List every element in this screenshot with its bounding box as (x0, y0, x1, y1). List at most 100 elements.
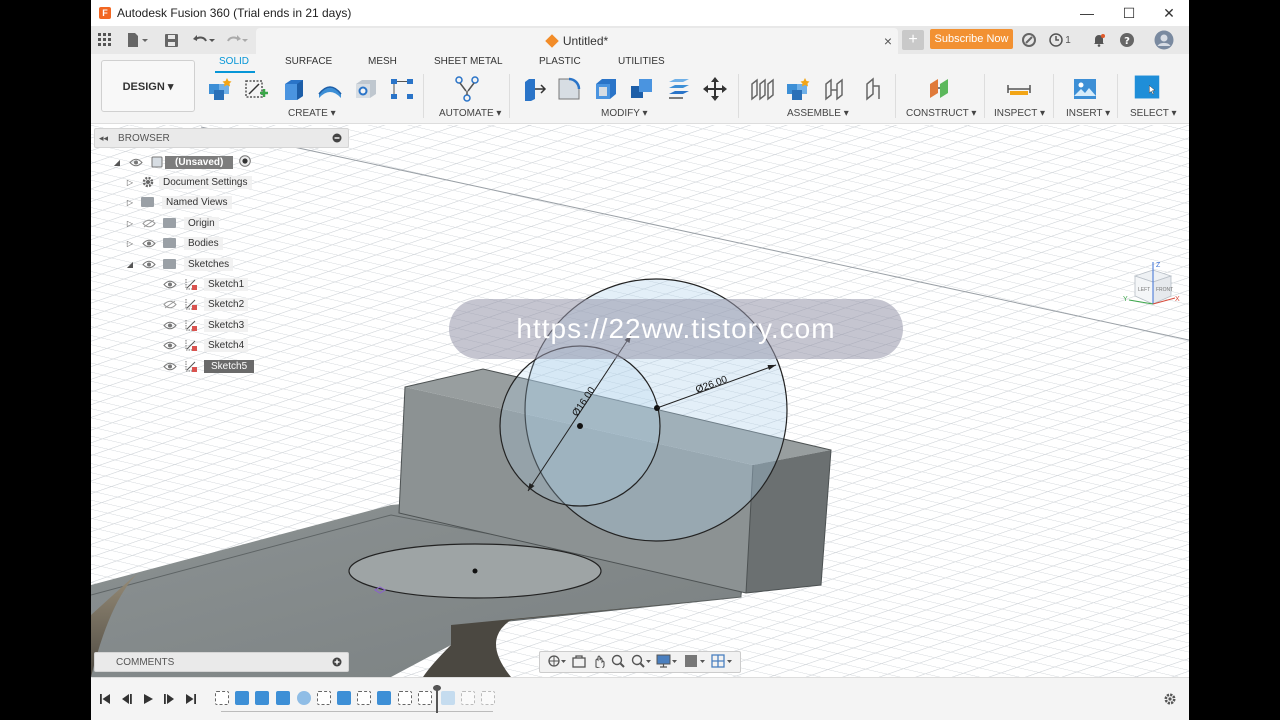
subscribe-button[interactable]: Subscribe Now (930, 29, 1013, 49)
collapse-panel-icon[interactable]: ◂◂ (99, 133, 108, 144)
timeline-extrude-feature[interactable] (235, 691, 249, 705)
timeline-marker-handle[interactable] (433, 685, 441, 691)
offset-plane-icon[interactable] (927, 76, 953, 102)
activate-radio-icon[interactable] (239, 154, 252, 170)
play-icon[interactable] (140, 691, 156, 707)
tree-item-root[interactable]: ◢ (Unsaved) (112, 153, 252, 171)
eye-icon[interactable] (162, 340, 178, 350)
browser-header[interactable]: ◂◂ BROWSER (94, 128, 349, 148)
expand-icon[interactable]: ▷ (125, 219, 135, 228)
inspect-group-label[interactable]: INSPECT ▾ (994, 108, 1045, 119)
timeline-suppressed-feature[interactable] (481, 691, 495, 705)
step-back-icon[interactable] (119, 691, 135, 707)
pan-icon[interactable] (592, 654, 606, 671)
timeline-sketch-feature[interactable] (398, 691, 412, 705)
create-group-label[interactable]: CREATE ▾ (288, 108, 336, 119)
move-copy-icon[interactable] (702, 76, 728, 102)
shell-icon[interactable] (593, 76, 619, 102)
timeline-settings-gear-icon[interactable] (1162, 691, 1178, 707)
collapse-icon[interactable]: ◢ (112, 158, 122, 167)
fillet-icon[interactable] (556, 76, 582, 102)
tree-item-origin[interactable]: ▷ Origin (125, 214, 219, 232)
offset-face-icon[interactable] (666, 76, 692, 102)
tab-sheet-metal[interactable]: SHEET METAL (434, 56, 503, 67)
viewcube-front-label[interactable]: FRONT (1156, 287, 1173, 293)
file-menu-icon[interactable] (125, 30, 151, 50)
display-settings-icon[interactable] (656, 654, 678, 671)
expand-icon[interactable]: ▷ (125, 178, 135, 187)
joint-icon[interactable] (749, 76, 775, 102)
viewports-icon[interactable] (711, 653, 733, 671)
workspace-switcher[interactable]: DESIGN ▾ (101, 60, 195, 112)
timeline-extrude-feature[interactable] (377, 691, 391, 705)
viewcube-left-label[interactable]: LEFT (1138, 287, 1150, 293)
look-at-icon[interactable] (572, 654, 586, 671)
extensions-icon[interactable] (1019, 30, 1039, 50)
as-built-joint-icon[interactable] (822, 76, 848, 102)
expand-icon[interactable]: ▷ (125, 198, 135, 207)
step-forward-icon[interactable] (161, 691, 177, 707)
collapse-icon[interactable]: ◢ (125, 260, 135, 269)
app-grid-icon[interactable] (97, 30, 113, 50)
zoom-icon[interactable] (611, 654, 625, 671)
timeline-fillet-feature[interactable] (297, 691, 311, 705)
timeline-suppressed-feature[interactable] (461, 691, 475, 705)
save-icon[interactable] (163, 30, 179, 50)
tree-label-unsaved[interactable]: (Unsaved) (165, 155, 234, 169)
eye-icon[interactable] (162, 361, 178, 371)
tree-item-bodies[interactable]: ▷ Bodies (125, 234, 223, 252)
tree-item-sketch4[interactable]: Sketch4 (156, 336, 249, 354)
zoom-window-icon[interactable] (631, 654, 651, 671)
eye-hidden-icon[interactable] (162, 299, 178, 309)
eye-icon[interactable] (162, 279, 178, 289)
create-sketch-icon[interactable] (243, 76, 269, 102)
avatar[interactable] (1153, 30, 1175, 50)
assemble-group-label[interactable]: ASSEMBLE ▾ (787, 108, 849, 119)
job-status-icon[interactable]: 1 (1047, 30, 1073, 50)
timeline-suppressed-feature[interactable] (441, 691, 455, 705)
select-icon[interactable] (1134, 74, 1168, 106)
timeline-sketch-feature[interactable] (357, 691, 371, 705)
tab-plastic[interactable]: PLASTIC (539, 56, 581, 67)
timeline-sketch-feature[interactable] (418, 691, 432, 705)
browser-minimize-icon[interactable] (332, 133, 342, 146)
modify-group-label[interactable]: MODIFY ▾ (601, 108, 648, 119)
select-group-label[interactable]: SELECT ▾ (1130, 108, 1177, 119)
close-tab-icon[interactable]: × (884, 33, 892, 49)
notifications-icon[interactable] (1090, 30, 1108, 50)
comments-panel[interactable]: COMMENTS (94, 652, 349, 672)
press-pull-icon[interactable] (521, 76, 547, 102)
timeline-sketch-feature[interactable] (215, 691, 229, 705)
tree-item-sketch5[interactable]: Sketch5 (156, 357, 255, 375)
tab-utilities[interactable]: UTILITIES (618, 56, 665, 67)
eye-hidden-icon[interactable] (141, 218, 157, 228)
eye-icon[interactable] (128, 157, 144, 167)
tree-item-sketch3[interactable]: Sketch3 (156, 316, 249, 334)
new-tab-button[interactable]: + (902, 30, 924, 50)
document-tab[interactable]: Untitled* × (256, 28, 898, 54)
tree-item-sketch2[interactable]: Sketch2 (156, 295, 249, 313)
new-component-icon[interactable] (207, 76, 233, 102)
tree-item-document-settings[interactable]: ▷ Document Settings (125, 173, 252, 191)
eye-icon[interactable] (162, 320, 178, 330)
tab-solid[interactable]: SOLID (219, 56, 249, 67)
go-to-start-icon[interactable] (97, 691, 113, 707)
extrude-icon[interactable] (281, 76, 307, 102)
help-icon[interactable]: ? (1118, 30, 1136, 50)
new-component-assemble-icon[interactable] (785, 76, 811, 102)
tree-item-named-views[interactable]: ▷ Named Views (125, 193, 232, 211)
eye-icon[interactable] (141, 238, 157, 248)
rigid-group-icon[interactable] (859, 76, 885, 102)
view-cube[interactable]: LEFT FRONT Z X Y (1121, 260, 1181, 310)
combine-icon[interactable] (629, 76, 655, 102)
add-comment-icon[interactable] (332, 657, 342, 670)
maximize-button[interactable]: ☐ (1109, 0, 1149, 26)
minimize-button[interactable]: — (1067, 0, 1107, 26)
orbit-icon[interactable] (547, 654, 567, 671)
tab-mesh[interactable]: MESH (368, 56, 397, 67)
construct-group-label[interactable]: CONSTRUCT ▾ (906, 108, 976, 119)
timeline-sketch-feature[interactable] (317, 691, 331, 705)
timeline-extrude-feature[interactable] (337, 691, 351, 705)
tree-item-sketch1[interactable]: Sketch1 (156, 275, 249, 293)
pattern-icon[interactable] (389, 76, 415, 102)
